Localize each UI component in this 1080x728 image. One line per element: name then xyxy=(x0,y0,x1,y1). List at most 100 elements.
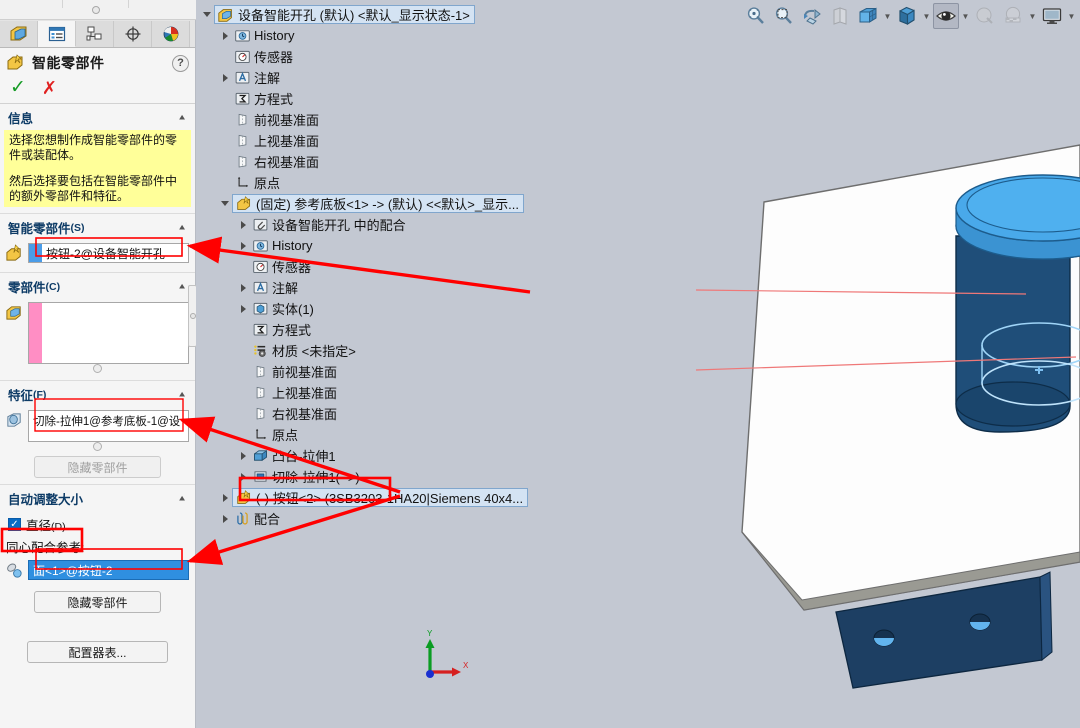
origin-icon xyxy=(250,426,270,443)
tree-node-assembly-root[interactable]: 设备智能开孔 (默认) <默认_显示状态-1> xyxy=(196,4,756,25)
dimxpert-manager-tab[interactable] xyxy=(114,21,152,47)
view-settings-dropdown-caret-icon[interactable]: ▼ xyxy=(1067,12,1076,21)
tree-node-solid-bodies[interactable]: 实体(1) xyxy=(196,298,756,319)
tree-node-label: 配合 xyxy=(252,509,280,528)
components-section-header[interactable]: 零部件 (C) ▲ xyxy=(0,273,195,299)
tree-node-front-plane[interactable]: 前视基准面 xyxy=(196,109,756,130)
apply-scene-icon[interactable] xyxy=(1000,3,1026,29)
components-section: 零部件 (C) ▲ xyxy=(0,273,195,381)
tree-node-mates[interactable]: 配合 xyxy=(196,508,756,529)
tree-node-part-right-plane[interactable]: 右视基准面 xyxy=(196,403,756,424)
tree-node-annotations[interactable]: 注解 xyxy=(196,67,756,88)
tree-node-part-history[interactable]: History xyxy=(196,235,756,256)
annotation-icon xyxy=(232,69,252,86)
view-orientation-icon[interactable] xyxy=(855,3,881,29)
view-settings-icon[interactable] xyxy=(1039,3,1065,29)
chevron-up-icon[interactable]: ▲ xyxy=(177,223,187,232)
tree-node-material[interactable]: 材质 <未指定> xyxy=(196,340,756,361)
tree-node-boss-extrude1[interactable]: 凸台-拉伸1 xyxy=(196,445,756,466)
diameter-checkbox-label: 直径(D) xyxy=(26,515,66,534)
chevron-up-icon[interactable]: ▲ xyxy=(177,113,187,122)
expand-toggle[interactable] xyxy=(236,284,250,292)
tree-node-equations[interactable]: 方程式 xyxy=(196,88,756,109)
tree-node-cut-extrude1[interactable]: 切除-拉伸1( ->) xyxy=(196,466,756,487)
expand-toggle[interactable] xyxy=(218,32,232,40)
mates-in-icon xyxy=(250,216,270,233)
mate-reference-icon xyxy=(4,560,24,580)
section-view-icon[interactable] xyxy=(827,3,853,29)
expand-toggle[interactable] xyxy=(218,74,232,82)
orientation-triad: Y X xyxy=(418,628,478,688)
tree-node-part-origin[interactable]: 原点 xyxy=(196,424,756,445)
tree-node-label: 传感器 xyxy=(270,257,311,276)
help-button[interactable]: ? xyxy=(172,55,189,72)
expand-toggle[interactable] xyxy=(218,201,232,206)
hide-components-button-autosize[interactable]: 隐藏零部件 xyxy=(34,591,161,613)
feature-manager-tab[interactable] xyxy=(0,21,38,47)
diameter-checkbox-row[interactable]: ✓ 直径(D) xyxy=(6,514,72,535)
configurator-table-button[interactable]: 配置器表... xyxy=(27,641,168,663)
hide-show-items-dropdown-caret-icon[interactable]: ▼ xyxy=(961,12,970,21)
assembly-icon xyxy=(216,6,236,24)
ok-button[interactable]: ✓ xyxy=(10,78,26,97)
display-manager-tab[interactable] xyxy=(152,21,190,47)
message-text: 选择您想制作成智能零部件的零件或装配体。 然后选择要包括在智能零部件中的额外零部… xyxy=(4,130,191,207)
tree-node-button-part[interactable]: (-) 按钮<2> (3SB3203-1HA20|Siemens 40x4... xyxy=(196,487,756,508)
expand-toggle[interactable] xyxy=(236,452,250,460)
display-style-dropdown-caret-icon[interactable]: ▼ xyxy=(922,12,931,21)
display-style-icon[interactable] xyxy=(894,3,920,29)
tree-node-origin[interactable]: 原点 xyxy=(196,172,756,193)
tree-node-sensors[interactable]: 传感器 xyxy=(196,46,756,67)
tree-node-part-sensors[interactable]: 传感器 xyxy=(196,256,756,277)
expand-toggle[interactable] xyxy=(236,305,250,313)
expand-toggle[interactable] xyxy=(218,494,232,502)
tree-node-reference-plate[interactable]: (固定) 参考底板<1> -> (默认) <<默认>_显示... xyxy=(196,193,756,214)
concentric-mate-field[interactable]: 面<1>@按钮-2 xyxy=(28,560,189,580)
apply-scene-dropdown-caret-icon[interactable]: ▼ xyxy=(1028,12,1037,21)
previous-view-icon[interactable] xyxy=(799,3,825,29)
selection-color-swatch xyxy=(29,244,42,262)
chevron-up-icon[interactable]: ▲ xyxy=(177,282,187,291)
property-manager-tab[interactable] xyxy=(38,21,76,47)
tree-node-mates-in-assembly[interactable]: 设备智能开孔 中的配合 xyxy=(196,214,756,235)
chevron-up-icon[interactable]: ▲ xyxy=(177,390,187,399)
expand-toggle[interactable] xyxy=(236,221,250,229)
cancel-button[interactable]: ✗ xyxy=(42,79,57,97)
features-section-header[interactable]: 特征 (F) ▲ xyxy=(0,381,195,407)
panel-pin-handle[interactable] xyxy=(92,6,100,14)
expand-toggle[interactable] xyxy=(200,12,214,17)
smart-component-field[interactable]: 按钮-2@设备智能开孔 xyxy=(28,243,189,263)
auto-size-section-header[interactable]: 自动调整大小 ▲ xyxy=(0,485,195,511)
components-list-row xyxy=(0,299,195,364)
message-section-header[interactable]: 信息 ▲ xyxy=(0,104,195,130)
features-list-resize-grip[interactable] xyxy=(0,442,195,452)
tree-node-history[interactable]: History xyxy=(196,25,756,46)
zoom-to-area-icon[interactable] xyxy=(771,3,797,29)
equation-icon xyxy=(232,90,252,107)
edit-appearance-icon[interactable] xyxy=(972,3,998,29)
crosshair-icon xyxy=(123,24,143,44)
tree-node-part-equations[interactable]: 方程式 xyxy=(196,319,756,340)
tree-node-label: 原点 xyxy=(270,425,298,444)
diameter-checkbox[interactable]: ✓ xyxy=(8,518,21,531)
view-orientation-dropdown-caret-icon[interactable]: ▼ xyxy=(883,12,892,21)
graphics-area[interactable]: ▼ ▼ ▼ xyxy=(196,0,1080,728)
expand-toggle[interactable] xyxy=(218,515,232,523)
components-list-resize-grip[interactable] xyxy=(0,364,195,374)
configuration-manager-tab[interactable] xyxy=(76,21,114,47)
tree-node-part-front-plane[interactable]: 前视基准面 xyxy=(196,361,756,382)
features-field[interactable]: 切除-拉伸1@参考底板-1@设 xyxy=(28,410,189,442)
components-section-key: (C) xyxy=(46,281,61,293)
expand-toggle[interactable] xyxy=(236,473,250,481)
components-list[interactable] xyxy=(28,302,189,364)
tree-node-part-annotations[interactable]: 注解 xyxy=(196,277,756,298)
tree-node-right-plane[interactable]: 右视基准面 xyxy=(196,151,756,172)
tree-node-top-plane[interactable]: 上视基准面 xyxy=(196,130,756,151)
hide-show-items-icon[interactable] xyxy=(933,3,959,29)
hide-components-button-features[interactable]: 隐藏零部件 xyxy=(34,456,161,478)
tree-node-part-top-plane[interactable]: 上视基准面 xyxy=(196,382,756,403)
expand-toggle[interactable] xyxy=(236,242,250,250)
chevron-up-icon[interactable]: ▲ xyxy=(177,494,187,503)
message-line-2: 然后选择要包括在智能零部件中的额外零部件和特征。 xyxy=(9,174,186,204)
smart-component-section-header[interactable]: 智能零部件 (S) ▲ xyxy=(0,214,195,240)
